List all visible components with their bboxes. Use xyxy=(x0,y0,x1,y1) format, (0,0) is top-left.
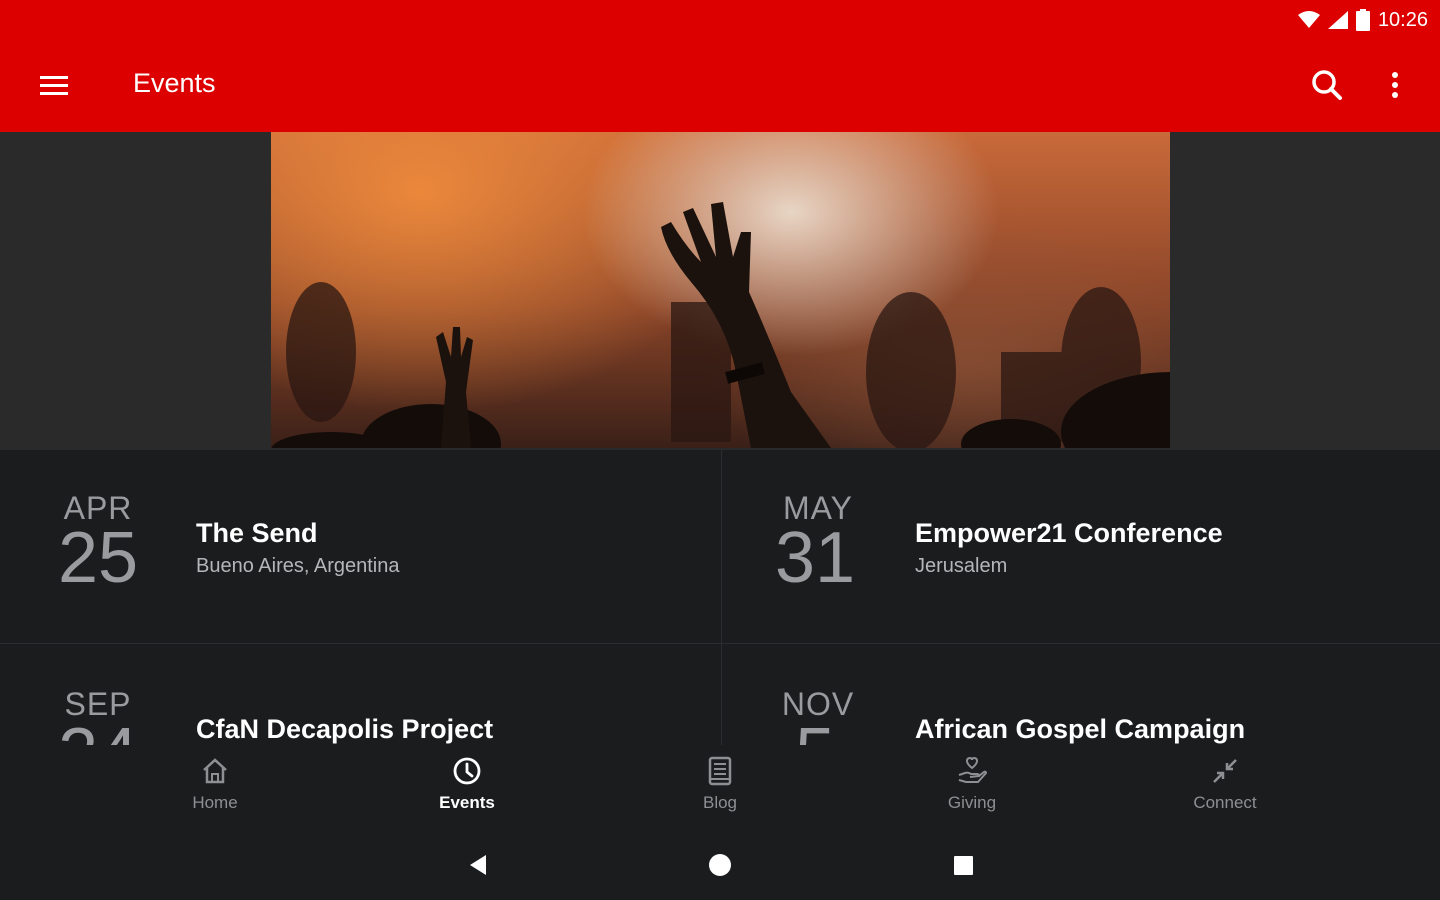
search-icon[interactable] xyxy=(1308,66,1346,104)
status-time: 10:26 xyxy=(1377,8,1428,31)
event-card-the-send[interactable]: APR 25 The Send Bueno Aires, Argentina xyxy=(0,450,720,644)
events-list: APR 25 The Send Bueno Aires, Argentina M… xyxy=(0,450,1440,750)
nav-events[interactable]: Events xyxy=(392,755,542,825)
wifi-icon xyxy=(1297,11,1320,28)
event-day: 31 xyxy=(774,518,856,598)
event-location: Bueno Aires, Argentina xyxy=(196,555,400,577)
app-bar: Events xyxy=(0,40,1440,132)
status-icons: 10:26 xyxy=(1297,8,1428,32)
event-title: CfaN Decapolis Project xyxy=(196,714,494,744)
connect-arrows-icon xyxy=(1213,759,1237,783)
event-title: The Send xyxy=(196,518,318,548)
nav-connect[interactable]: Connect xyxy=(1150,755,1300,825)
book-icon xyxy=(708,756,732,786)
event-location: Jerusalem xyxy=(915,555,1008,577)
nav-blog[interactable]: Blog xyxy=(645,755,795,825)
nav-events-label: Events xyxy=(439,793,495,812)
home-icon xyxy=(203,758,227,784)
home-circle-icon[interactable] xyxy=(705,850,735,880)
back-icon[interactable] xyxy=(464,850,494,880)
status-bar: 10:26 xyxy=(0,0,1440,40)
signal-icon xyxy=(1327,11,1348,29)
nav-blog-label: Blog xyxy=(702,793,738,812)
system-navigation xyxy=(0,830,1440,900)
more-options-icon[interactable] xyxy=(1380,66,1410,104)
event-title: African Gospel Campaign xyxy=(915,714,1246,744)
nav-giving[interactable]: Giving xyxy=(897,755,1047,825)
giving-hand-icon xyxy=(958,756,988,783)
nav-giving-label: Giving xyxy=(947,793,997,812)
clock-icon xyxy=(453,757,481,785)
hero-image xyxy=(271,132,1170,448)
menu-icon[interactable] xyxy=(38,70,70,102)
nav-home-label: Home xyxy=(192,793,238,812)
recents-square-icon[interactable] xyxy=(948,850,978,880)
battery-icon xyxy=(1355,9,1370,31)
event-card-decapolis[interactable]: SEP 24 CfaN Decapolis Project xyxy=(0,644,720,750)
nav-connect-label: Connect xyxy=(1193,793,1257,812)
nav-home[interactable]: Home xyxy=(140,755,290,825)
event-card-empower21[interactable]: MAY 31 Empower21 Conference Jerusalem xyxy=(722,450,1440,644)
event-title: Empower21 Conference xyxy=(915,518,1223,548)
event-day: 25 xyxy=(57,518,139,598)
event-card-african-gospel[interactable]: NOV 5 African Gospel Campaign xyxy=(722,644,1440,750)
page-title: Events xyxy=(133,68,216,98)
bottom-navigation: Home Events Blog Giving Connect xyxy=(0,745,1440,830)
